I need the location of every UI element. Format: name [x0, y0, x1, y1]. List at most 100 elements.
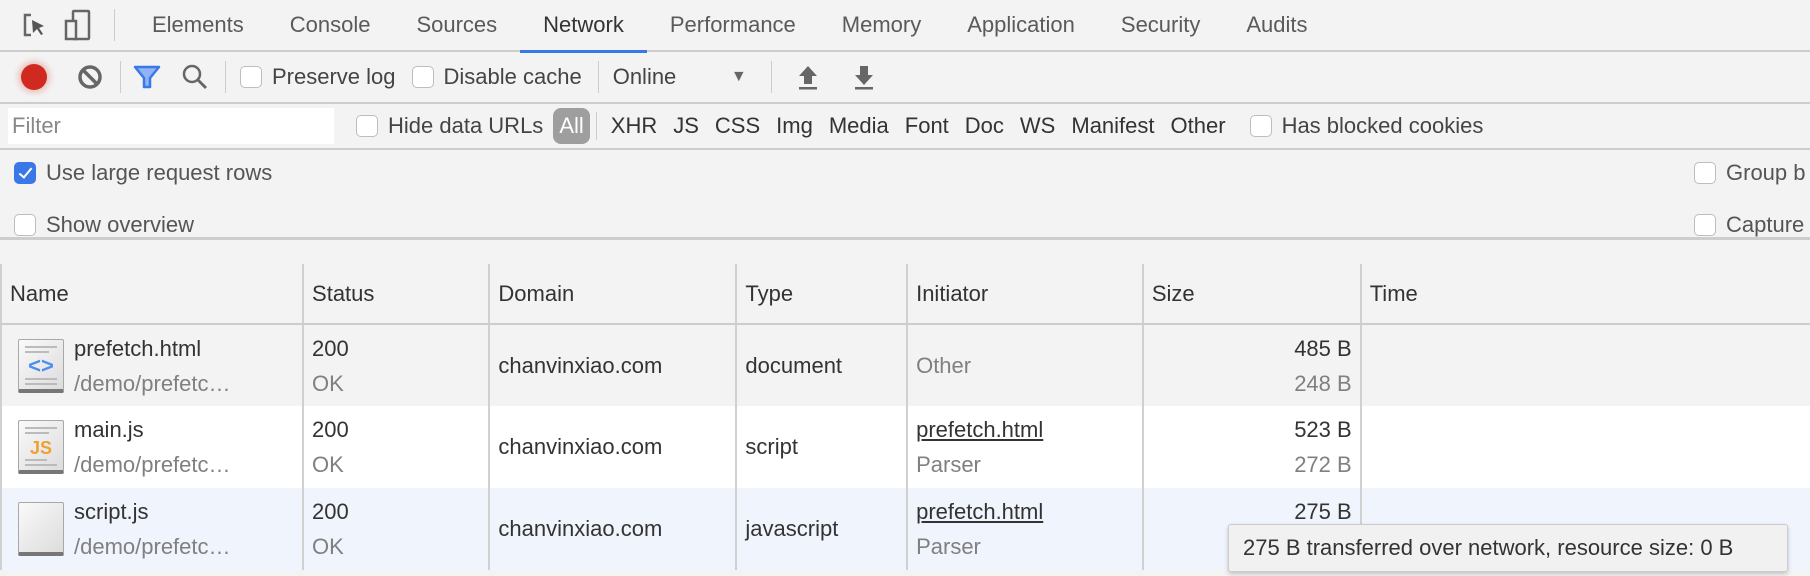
name-cell[interactable]: JS main.js/demo/prefetc… — [0, 406, 305, 488]
tab-security[interactable]: Security — [1098, 0, 1223, 51]
large-rows-checkbox[interactable]: Use large request rows — [14, 160, 272, 186]
tab-memory[interactable]: Memory — [819, 0, 944, 51]
initiator-link[interactable]: prefetch.html — [916, 498, 1142, 525]
request-row[interactable]: <> prefetch.html/demo/prefetc… 200 OK chanvi… — [0, 324, 1810, 406]
type-filter-xhr[interactable]: XHR — [603, 108, 665, 144]
initiator-type: Parser — [916, 452, 981, 477]
blank-file-icon — [18, 502, 64, 556]
initiator-cell: prefetch.html Parser — [906, 406, 1144, 488]
status-code: 200 — [312, 499, 349, 524]
show-overview-checkbox[interactable]: Show overview — [14, 212, 194, 238]
request-name: main.js — [74, 417, 144, 442]
throttling-select[interactable]: Online ▼ — [613, 64, 753, 90]
type-filter-img[interactable]: Img — [768, 108, 821, 144]
type-filter-css[interactable]: CSS — [707, 108, 768, 144]
tab-audits[interactable]: Audits — [1223, 0, 1330, 51]
name-cell[interactable]: script.js/demo/prefetc… — [0, 488, 305, 570]
checkbox[interactable] — [14, 214, 36, 236]
search-button[interactable] — [175, 57, 215, 97]
request-row[interactable]: JS main.js/demo/prefetc… 200 OK chanvinxiao.… — [0, 406, 1810, 488]
export-har-button[interactable] — [844, 57, 884, 97]
status-text: OK — [312, 534, 344, 559]
inspect-element-icon[interactable] — [12, 0, 56, 51]
settings-pane: Use large request rows Show overview Gro… — [0, 150, 1810, 240]
has-blocked-cookies-label: Has blocked cookies — [1281, 113, 1484, 138]
download-icon — [854, 66, 873, 90]
checkbox[interactable] — [356, 115, 378, 137]
resource-size: 272 B — [1294, 452, 1352, 477]
request-name: script.js — [74, 499, 149, 524]
status-code: 200 — [312, 335, 349, 361]
type-filter-manifest[interactable]: Manifest — [1063, 108, 1162, 144]
type-cell: script — [735, 406, 909, 488]
tab-performance[interactable]: Performance — [647, 0, 819, 51]
disable-cache-checkbox[interactable]: Disable cache — [411, 64, 582, 90]
type-filter-media[interactable]: Media — [821, 108, 897, 144]
checkbox[interactable] — [1694, 214, 1716, 236]
record-button[interactable] — [14, 57, 54, 97]
checkbox[interactable] — [1249, 115, 1272, 137]
upload-icon — [798, 66, 817, 90]
size-tooltip: 275 B transferred over network, resource… — [1228, 524, 1788, 572]
type-filter-other[interactable]: Other — [1163, 108, 1234, 144]
initiator-cell: Other — [906, 324, 1144, 406]
show-overview-label: Show overview — [46, 212, 194, 237]
filter-bar: Hide data URLs All XHRJSCSSImgMediaFontDo… — [0, 104, 1810, 150]
resource-size: 248 B — [1294, 370, 1352, 396]
has-blocked-cookies-checkbox[interactable]: Has blocked cookies — [1249, 113, 1484, 139]
checkbox[interactable] — [411, 66, 434, 88]
initiator-type: Parser — [916, 534, 981, 559]
clear-icon — [78, 65, 102, 89]
checkbox-checked[interactable] — [14, 162, 36, 184]
filter-button[interactable] — [127, 57, 167, 97]
name-cell[interactable]: <> prefetch.html/demo/prefetc… — [0, 324, 305, 406]
column-header-initiator[interactable]: Initiator — [906, 264, 1144, 325]
tab-console[interactable]: Console — [267, 0, 394, 51]
hide-data-urls-checkbox[interactable]: Hide data URLs — [356, 113, 543, 139]
checkbox[interactable] — [240, 66, 262, 88]
filter-icon — [133, 65, 161, 89]
status-cell: 200 OK — [302, 488, 491, 570]
column-header-status[interactable]: Status — [302, 264, 491, 325]
import-har-button[interactable] — [788, 57, 828, 97]
size-cell: 485 B 248 B — [1141, 324, 1362, 406]
tab-elements[interactable]: Elements — [129, 0, 267, 51]
column-header-type[interactable]: Type — [735, 264, 909, 325]
group-by-frame-checkbox[interactable]: Group b — [1694, 160, 1806, 186]
tab-application[interactable]: Application — [944, 0, 1098, 51]
status-code: 200 — [312, 417, 349, 442]
tab-sources[interactable]: Sources — [393, 0, 520, 51]
column-header-domain[interactable]: Domain — [488, 264, 738, 325]
capture-screenshots-label: Capture — [1726, 212, 1805, 237]
throttling-value: Online — [612, 64, 677, 89]
divider — [114, 9, 115, 41]
domain-cell: chanvinxiao.com — [488, 488, 738, 570]
checkbox[interactable] — [1694, 162, 1716, 184]
type-filter-font[interactable]: Font — [897, 108, 957, 144]
preserve-log-label: Preserve log — [272, 64, 396, 89]
type-filter-all[interactable]: All — [553, 108, 590, 144]
divider — [595, 112, 597, 140]
type-filter-ws[interactable]: WS — [1012, 108, 1063, 144]
type-filter-js[interactable]: JS — [665, 108, 707, 144]
preserve-log-checkbox[interactable]: Preserve log — [240, 64, 396, 90]
chevron-down-icon: ▼ — [730, 68, 747, 85]
status-text: OK — [312, 370, 344, 396]
hide-data-urls-label: Hide data URLs — [388, 113, 544, 138]
status-text: OK — [312, 452, 344, 477]
type-filter-doc[interactable]: Doc — [957, 108, 1012, 144]
status-cell: 200 OK — [302, 406, 491, 488]
type-cell: javascript — [735, 488, 909, 570]
tab-network[interactable]: Network — [520, 0, 647, 53]
column-header-size[interactable]: Size — [1141, 264, 1362, 325]
group-by-frame-label: Group b — [1726, 160, 1806, 185]
network-toolbar: Preserve log Disable cache Online ▼ — [0, 52, 1810, 104]
column-header-time[interactable]: Time — [1359, 264, 1810, 325]
filter-input[interactable] — [8, 108, 334, 144]
device-toolbar-icon[interactable] — [56, 0, 100, 51]
capture-screenshots-checkbox[interactable]: Capture — [1694, 212, 1804, 238]
clear-button[interactable] — [70, 57, 110, 97]
divider — [120, 61, 121, 93]
column-header-name[interactable]: Name — [0, 264, 305, 325]
initiator-link[interactable]: prefetch.html — [916, 416, 1142, 443]
